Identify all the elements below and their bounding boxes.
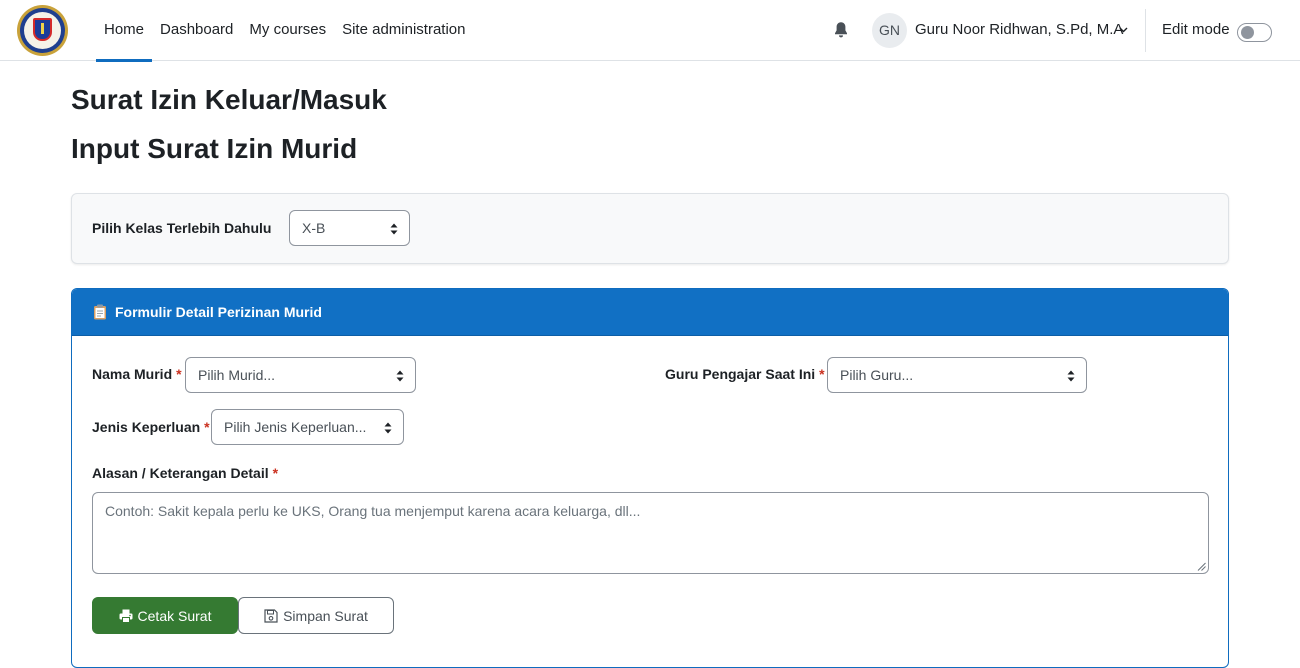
user-avatar[interactable]: GN [872,13,907,48]
teacher-field-label: Guru Pengajar Saat Ini * [665,366,825,382]
reason-label-text: Alasan / Keterangan Detail [92,465,269,481]
edit-mode-toggle[interactable] [1237,23,1272,42]
floppy-disk-icon [264,608,278,623]
purpose-select[interactable]: Pilih Jenis Keperluan... [211,409,404,445]
nav-link-my-courses[interactable]: My courses [241,0,334,61]
nav-link-site-administration[interactable]: Site administration [334,0,473,61]
print-letter-button[interactable]: Cetak Surat [92,597,238,634]
form-card-header: Formulir Detail Perizinan Murid [72,289,1228,336]
required-marker: * [176,366,182,382]
resize-handle-icon[interactable] [1197,562,1206,571]
clipboard-icon [94,304,106,320]
top-navbar: Home Dashboard My courses Site administr… [0,0,1300,62]
purpose-label-text: Jenis Keperluan [92,419,201,435]
permission-form-card: Formulir Detail Perizinan Murid Nama Mur… [71,288,1229,668]
required-marker: * [819,366,825,382]
class-picker-card: Pilih Kelas Terlebih Dahulu X-B [71,193,1229,264]
toggle-knob [1241,26,1254,39]
page-title: Surat Izin Keluar/Masuk [71,84,387,115]
school-logo[interactable] [17,5,68,56]
student-field-label: Nama Murid * [92,366,182,382]
page-subtitle: Input Surat Izin Murid [71,133,358,164]
print-button-label: Cetak Surat [137,607,212,624]
nav-link-dashboard[interactable]: Dashboard [152,0,241,61]
form-card-title: Formulir Detail Perizinan Murid [115,304,322,320]
user-menu-name[interactable]: Guru Noor Ridhwan, S.Pd, M.A [915,21,1123,38]
class-select-value: X-B [302,220,326,236]
reason-field-label: Alasan / Keterangan Detail * [92,465,278,481]
notification-bell-icon[interactable] [833,21,849,39]
student-select[interactable]: Pilih Murid... [185,357,416,393]
student-select-placeholder: Pilih Murid... [198,367,276,383]
logo-shield-icon [33,18,52,41]
teacher-select[interactable]: Pilih Guru... [827,357,1087,393]
select-arrows-icon [390,223,398,235]
purpose-select-placeholder: Pilih Jenis Keperluan... [224,419,367,435]
chevron-down-icon[interactable] [1119,27,1128,33]
required-marker: * [204,419,210,435]
teacher-label-text: Guru Pengajar Saat Ini [665,366,816,382]
reason-textarea-placeholder: Contoh: Sakit kepala perlu ke UKS, Orang… [105,503,641,519]
reason-textarea[interactable]: Contoh: Sakit kepala perlu ke UKS, Orang… [92,492,1209,574]
nav-link-home[interactable]: Home [96,0,153,62]
class-picker-label: Pilih Kelas Terlebih Dahulu [92,220,272,236]
class-select[interactable]: X-B [289,210,410,246]
save-letter-button[interactable]: Simpan Surat [238,597,394,634]
select-arrows-icon [396,370,404,382]
printer-icon [119,609,133,623]
purpose-field-label: Jenis Keperluan * [92,419,210,435]
select-arrows-icon [1067,370,1075,382]
edit-mode-label: Edit mode [1162,21,1230,38]
teacher-select-placeholder: Pilih Guru... [840,367,914,383]
save-button-label: Simpan Surat [283,607,368,624]
required-marker: * [272,465,279,481]
student-label-text: Nama Murid [92,366,173,382]
primary-navigation: Home Dashboard My courses Site administr… [96,0,474,62]
navbar-divider [1145,9,1146,52]
select-arrows-icon [384,422,392,434]
